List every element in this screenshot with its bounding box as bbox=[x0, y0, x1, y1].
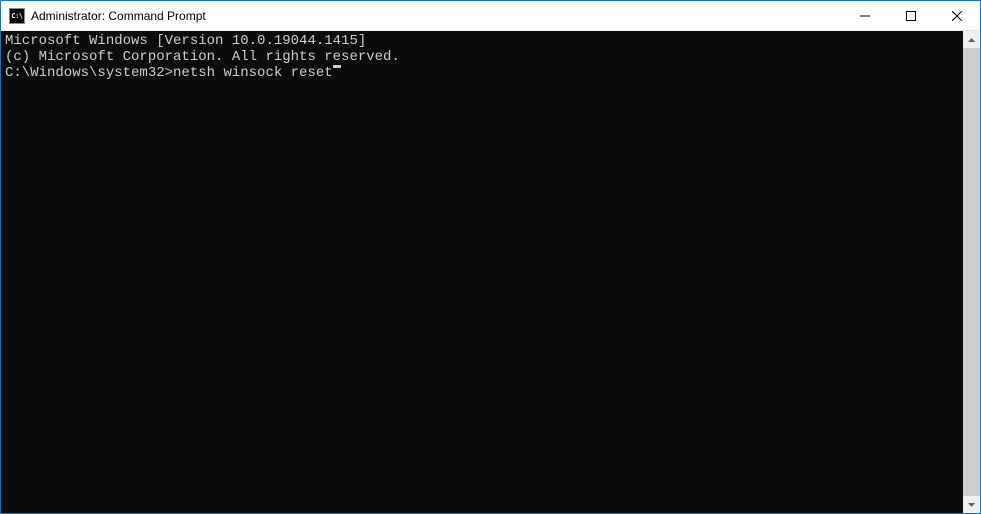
cursor bbox=[333, 65, 341, 68]
minimize-button[interactable] bbox=[842, 1, 888, 30]
command-input[interactable]: netsh winsock reset bbox=[173, 65, 333, 81]
maximize-icon bbox=[906, 11, 916, 21]
scroll-track[interactable] bbox=[963, 48, 980, 496]
scroll-down-button[interactable] bbox=[963, 496, 980, 513]
maximize-button[interactable] bbox=[888, 1, 934, 30]
titlebar[interactable]: C:\ Administrator: Command Prompt bbox=[1, 1, 980, 31]
minimize-icon bbox=[860, 11, 870, 21]
scroll-thumb[interactable] bbox=[963, 48, 980, 496]
chevron-down-icon bbox=[968, 503, 975, 507]
terminal-output[interactable]: Microsoft Windows [Version 10.0.19044.14… bbox=[1, 31, 963, 513]
copyright-line: (c) Microsoft Corporation. All rights re… bbox=[5, 49, 963, 65]
close-button[interactable] bbox=[934, 1, 980, 30]
prompt-text: C:\Windows\system32> bbox=[5, 65, 173, 81]
cmd-icon-label: C:\ bbox=[11, 12, 22, 20]
window-controls bbox=[842, 1, 980, 30]
cmd-icon: C:\ bbox=[9, 8, 25, 24]
prompt-line: C:\Windows\system32>netsh winsock reset bbox=[5, 65, 963, 81]
command-prompt-window: C:\ Administrator: Command Prompt bbox=[0, 0, 981, 514]
vertical-scrollbar[interactable] bbox=[963, 31, 980, 513]
window-title: Administrator: Command Prompt bbox=[31, 9, 842, 23]
content-area: Microsoft Windows [Version 10.0.19044.14… bbox=[1, 31, 980, 513]
scroll-up-button[interactable] bbox=[963, 31, 980, 48]
close-icon bbox=[952, 11, 962, 21]
version-line: Microsoft Windows [Version 10.0.19044.14… bbox=[5, 33, 963, 49]
chevron-up-icon bbox=[968, 38, 975, 42]
